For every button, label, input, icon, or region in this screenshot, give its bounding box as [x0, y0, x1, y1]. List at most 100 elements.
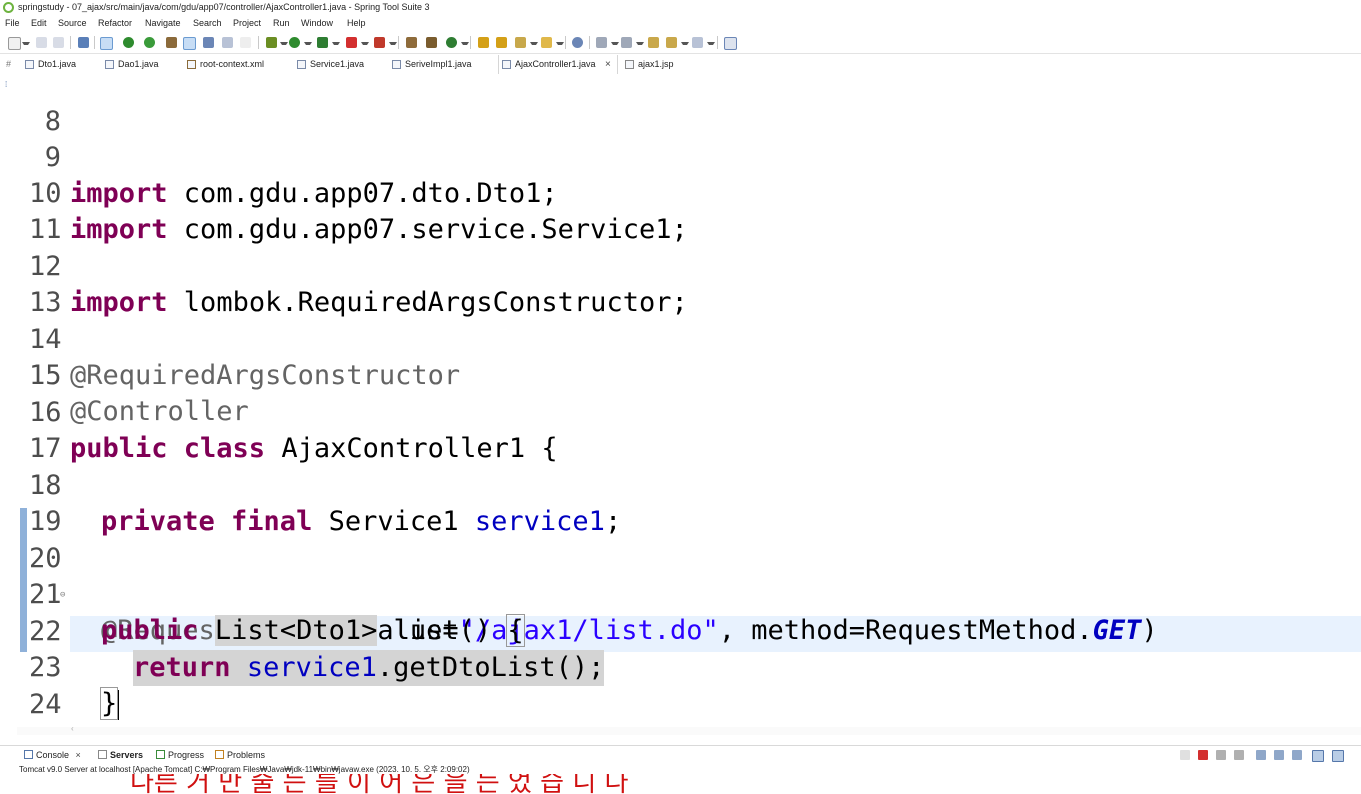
code-editor[interactable]: 8 9 import com.gdu.app07.dto.Dto1; 10 im… — [17, 74, 1361, 734]
code-line: 18 private final Service1 service1; — [17, 432, 621, 537]
close-icon[interactable]: × — [76, 750, 81, 760]
tab-dto1[interactable]: Dto1.java — [25, 55, 97, 74]
menu-file[interactable]: File — [5, 15, 20, 31]
chevron-down-icon[interactable] — [304, 42, 312, 48]
tab-label: SeriveImpl1.java — [405, 59, 472, 69]
coverage-icon[interactable] — [317, 37, 328, 48]
chevron-down-icon[interactable] — [707, 42, 715, 48]
save-icon[interactable] — [36, 37, 47, 48]
open-folder-icon[interactable] — [541, 37, 552, 48]
chevron-down-icon[interactable] — [280, 42, 288, 48]
display-console-icon[interactable] — [1312, 750, 1324, 762]
code-text: lombok.RequiredArgsConstructor; — [167, 287, 688, 318]
annotation: @Controller — [70, 396, 249, 427]
menu-window[interactable]: Window — [301, 15, 333, 31]
chevron-down-icon[interactable] — [22, 42, 30, 48]
tab-dao1[interactable]: Dao1.java — [105, 55, 179, 74]
terminal-icon[interactable] — [78, 37, 89, 48]
chevron-down-icon[interactable] — [389, 42, 397, 48]
menu-run[interactable]: Run — [273, 15, 290, 31]
new-java-project-icon[interactable] — [406, 37, 417, 48]
mark-occurrences-icon[interactable] — [183, 37, 196, 50]
matching-brace: { — [506, 614, 525, 647]
field-name: service1 — [246, 652, 377, 683]
remove-launch-icon[interactable] — [1180, 750, 1190, 760]
word-wrap-icon[interactable] — [1274, 750, 1284, 760]
save-all-icon[interactable] — [53, 37, 64, 48]
tab-label: Progress — [168, 750, 205, 760]
pin-console-icon[interactable] — [1292, 750, 1302, 760]
window-title-bar: springstudy - 07_ajax/src/main/java/com/… — [0, 0, 1361, 15]
outline-icon[interactable]: ⁞ — [5, 80, 7, 89]
new-file-icon[interactable] — [8, 37, 21, 50]
tab-progress[interactable]: Progress — [156, 749, 204, 761]
tab-problems[interactable]: Problems — [215, 749, 265, 761]
search-icon[interactable] — [515, 37, 526, 48]
java-file-icon — [105, 60, 114, 69]
forward-icon[interactable] — [692, 37, 703, 48]
menu-help[interactable]: Help — [347, 15, 366, 31]
menu-search[interactable]: Search — [193, 15, 222, 31]
spring-boot-icon[interactable] — [123, 37, 134, 48]
run-icon[interactable] — [289, 37, 300, 48]
menu-edit[interactable]: Edit — [31, 15, 47, 31]
code-text: , method=RequestMethod. — [718, 615, 1093, 646]
open-console-icon[interactable] — [1332, 750, 1344, 762]
menu-navigate[interactable]: Navigate — [145, 15, 181, 31]
new-package-icon[interactable] — [426, 37, 437, 48]
toolbar-separator — [717, 36, 718, 49]
external-tools-icon[interactable] — [374, 37, 385, 48]
menu-refactor[interactable]: Refactor — [98, 15, 132, 31]
tab-service1[interactable]: Service1.java — [297, 55, 382, 74]
tab-ajax1-jsp[interactable]: ajax1.jsp — [625, 55, 685, 74]
clear-console-icon[interactable] — [1234, 750, 1244, 760]
link-editor-icon[interactable] — [100, 37, 113, 50]
menu-project[interactable]: Project — [233, 15, 261, 31]
chevron-down-icon[interactable] — [636, 42, 644, 48]
menu-source[interactable]: Source — [58, 15, 87, 31]
scroll-lock-icon[interactable] — [1256, 750, 1266, 760]
chevron-down-icon[interactable] — [332, 42, 340, 48]
tab-ajax-controller1[interactable]: AjaxController1.java × — [498, 55, 618, 74]
refresh-icon[interactable] — [144, 37, 155, 48]
tab-serive-impl1[interactable]: SeriveImpl1.java — [392, 55, 490, 74]
block-selection-icon[interactable] — [203, 37, 214, 48]
debug-icon[interactable] — [266, 37, 277, 48]
next-annotation-icon[interactable] — [596, 37, 607, 48]
show-whitespace-icon[interactable] — [222, 37, 233, 48]
code-text: list() — [377, 615, 508, 646]
chevron-down-icon[interactable] — [361, 42, 369, 48]
previous-annotation-icon[interactable] — [621, 37, 632, 48]
keyword: return — [133, 652, 231, 683]
paragraph-icon[interactable] — [240, 37, 251, 48]
remove-all-icon[interactable] — [1216, 750, 1226, 760]
console-icon — [24, 750, 33, 759]
chevron-down-icon[interactable] — [681, 42, 689, 48]
back-icon[interactable] — [666, 37, 677, 48]
chevron-down-icon[interactable] — [530, 42, 538, 48]
last-edit-icon[interactable] — [648, 37, 659, 48]
horizontal-scrollbar[interactable]: ‹ — [17, 724, 1361, 735]
code-text: ; — [604, 506, 622, 537]
stop-icon[interactable] — [346, 37, 357, 48]
chevron-down-icon[interactable] — [556, 42, 564, 48]
terminate-icon[interactable] — [1198, 750, 1208, 760]
chevron-down-icon[interactable] — [611, 42, 619, 48]
close-icon[interactable]: × — [605, 55, 611, 74]
tab-root-context[interactable]: root-context.xml — [187, 55, 289, 74]
open-task-icon[interactable] — [496, 37, 507, 48]
globe-icon[interactable] — [572, 37, 583, 48]
pin-icon[interactable] — [166, 37, 177, 48]
chevron-down-icon[interactable] — [461, 42, 469, 48]
tab-servers[interactable]: Servers — [98, 749, 143, 761]
open-perspective-icon[interactable] — [724, 37, 737, 50]
tab-console[interactable]: Console × — [24, 749, 81, 761]
code-line: 14 @RequiredArgsConstructor — [17, 286, 460, 391]
servers-icon — [98, 750, 107, 759]
code-line: 10 import com.gdu.app07.service.Service1… — [17, 140, 688, 245]
outline-gutter: ⁞ — [0, 74, 17, 734]
open-type-icon[interactable] — [478, 37, 489, 48]
view-menu-icon[interactable]: # — [6, 59, 11, 69]
scroll-left-icon[interactable]: ‹ — [71, 724, 74, 733]
new-class-icon[interactable] — [446, 37, 457, 48]
